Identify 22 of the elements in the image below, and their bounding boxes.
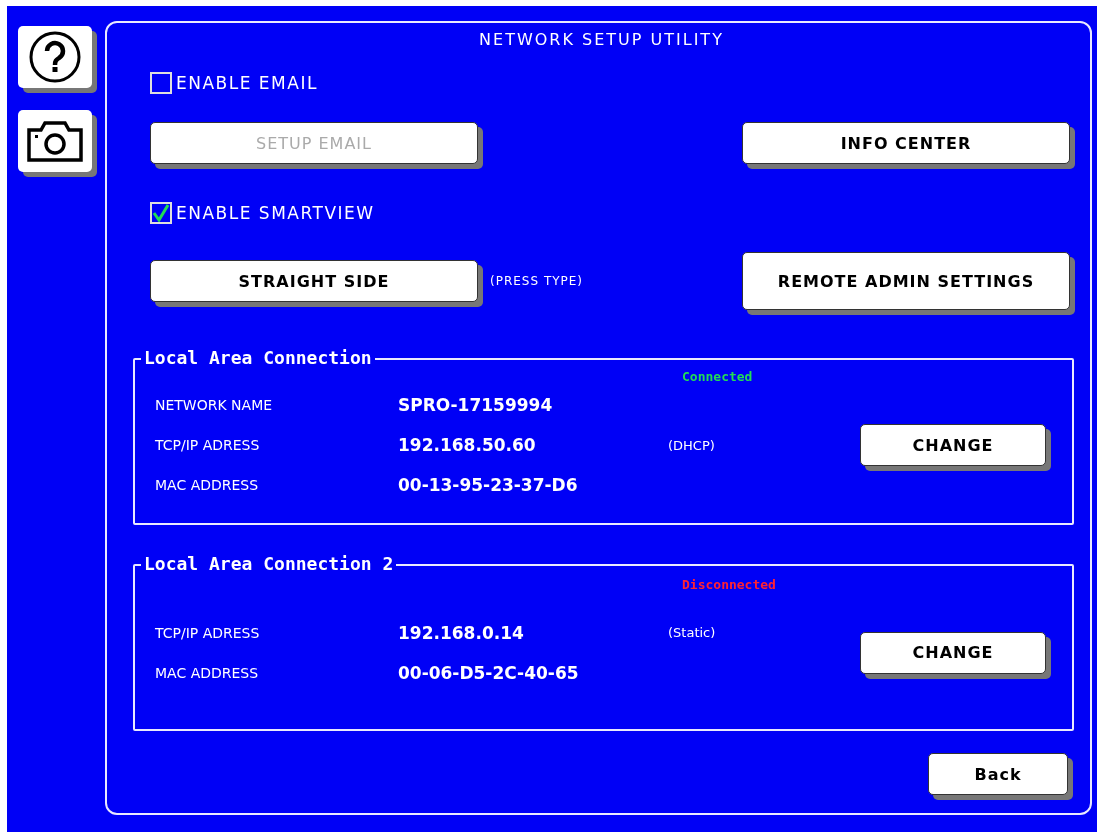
- field-label: MAC ADDRESS: [155, 664, 260, 681]
- field-label: TCP/IP ADRESS: [155, 624, 261, 641]
- address-mode: (Static): [668, 625, 717, 640]
- camera-icon: [26, 119, 84, 163]
- address-mode: (DHCP): [668, 437, 716, 453]
- checkbox-label: ENABLE SMARTVIEW: [176, 203, 375, 223]
- help-icon: [28, 30, 82, 84]
- press-type-note: (PRESS TYPE): [490, 274, 584, 288]
- connection-status: Disconnected: [682, 576, 776, 592]
- screen-title: NETWORK SETUP UTILITY: [479, 29, 724, 51]
- field-label: MAC ADDRESS: [155, 477, 260, 493]
- field-value: 192.168.0.14: [398, 622, 525, 643]
- checkbox-label: ENABLE EMAIL: [176, 73, 318, 93]
- field-value: 00-13-95-23-37-D6: [398, 475, 579, 495]
- connection-status: Connected: [682, 369, 753, 384]
- checkbox[interactable]: [150, 202, 172, 224]
- field-value: SPRO-17159994: [398, 395, 554, 415]
- field-label: NETWORK NAME: [155, 397, 274, 413]
- field-value: 00-06-D5-2C-40-65: [398, 662, 580, 683]
- field-value: 192.168.50.60: [398, 435, 537, 455]
- checkbox[interactable]: [150, 72, 172, 94]
- field-label: TCP/IP ADRESS: [155, 437, 261, 453]
